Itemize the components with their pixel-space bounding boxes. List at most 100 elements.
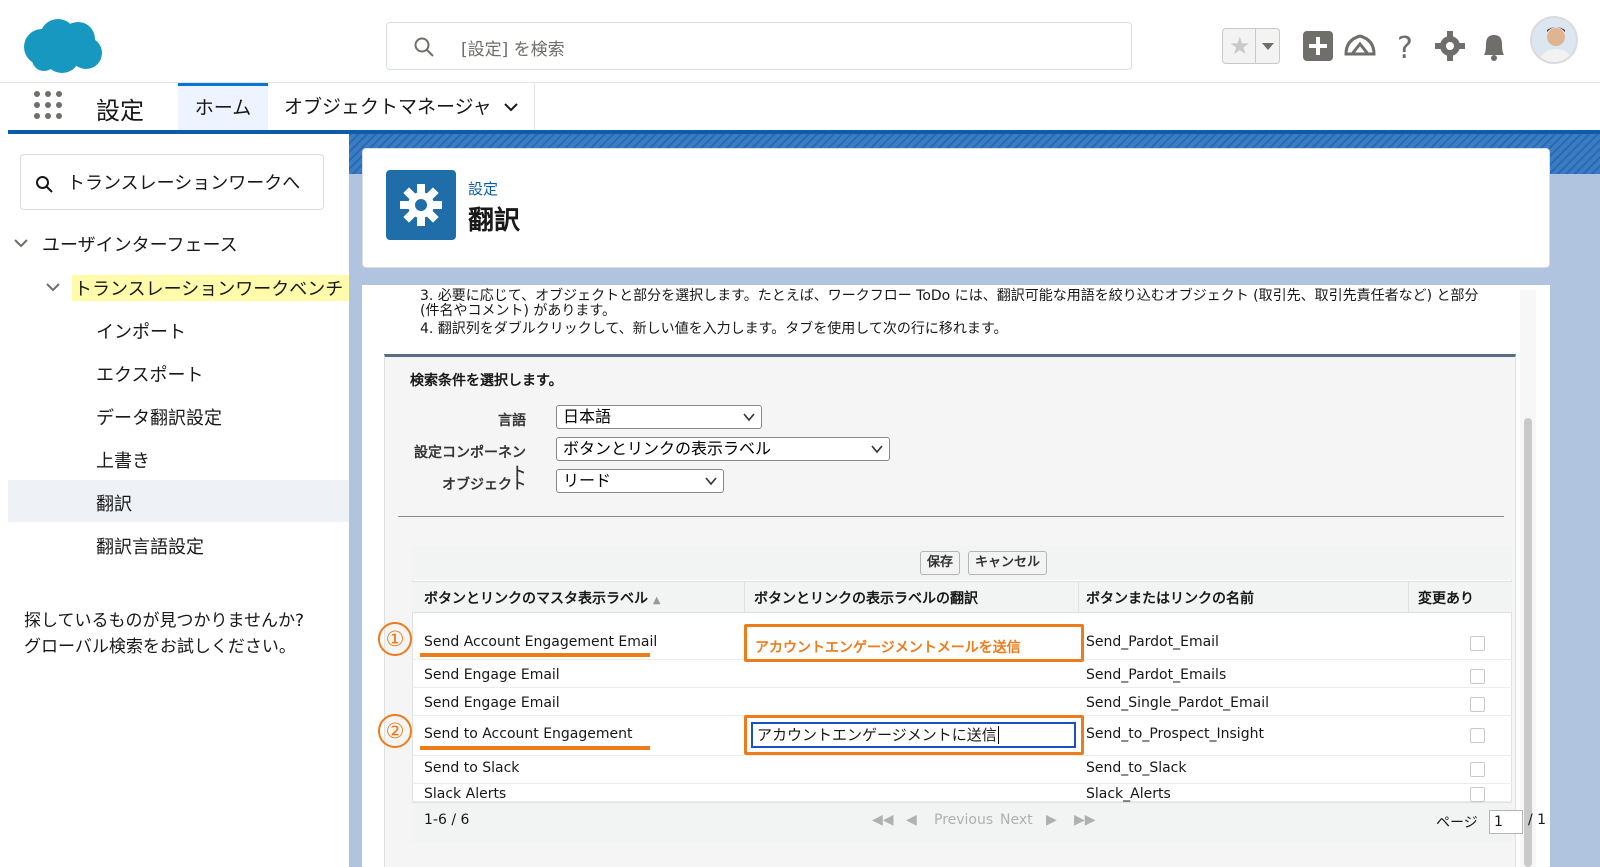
- table-row: [412, 688, 1512, 716]
- sidebar-help-text-1: 探しているものが見つかりませんか?: [24, 611, 305, 631]
- row-name: Send_Pardot_Emails: [1086, 667, 1227, 683]
- column-separator: [1078, 581, 1079, 613]
- global-search[interactable]: [設定] を検索: [386, 22, 1132, 70]
- page-total: / 1: [1528, 812, 1547, 828]
- changed-checkbox[interactable]: [1470, 787, 1485, 802]
- next-page-icon[interactable]: ▶: [1046, 812, 1057, 828]
- sidebar-item-translation-language-settings[interactable]: 翻訳言語設定: [96, 533, 204, 559]
- gear-icon[interactable]: [1432, 28, 1468, 64]
- breadcrumb[interactable]: 設定: [468, 178, 498, 199]
- table-button-bar: [412, 546, 1512, 580]
- favorites-dropdown-icon[interactable]: [1255, 29, 1279, 63]
- language-select[interactable]: 日本語: [556, 405, 762, 429]
- quick-find-input[interactable]: トランスレーションワークへ: [20, 154, 324, 210]
- chevron-down-icon[interactable]: [14, 236, 28, 250]
- chevron-down-icon: [743, 413, 755, 422]
- criteria-divider: [398, 516, 1504, 517]
- callout-1-underline: [420, 653, 650, 657]
- scrollbar-thumb[interactable]: [1524, 418, 1532, 867]
- changed-checkbox[interactable]: [1470, 636, 1485, 651]
- first-page-icon[interactable]: ◀◀: [872, 812, 894, 828]
- column-header-name[interactable]: ボタンまたはリンクの名前: [1086, 588, 1254, 608]
- row-master-label: Send to Account Engagement: [424, 726, 633, 742]
- column-separator: [1408, 581, 1409, 613]
- app-name: 設定: [96, 97, 144, 125]
- previous-page-icon[interactable]: ◀: [906, 812, 917, 828]
- avatar-image: [1532, 18, 1576, 62]
- last-page-icon[interactable]: ▶▶: [1074, 812, 1096, 828]
- sidebar-group-user-interface[interactable]: ユーザインターフェース: [42, 231, 238, 257]
- row-name: Send_Pardot_Email: [1086, 634, 1219, 650]
- callout-2-highlight-box: [744, 715, 1084, 755]
- column-header-changed[interactable]: 変更あり: [1418, 588, 1474, 608]
- language-label: 言語: [498, 413, 526, 429]
- changed-checkbox[interactable]: [1470, 697, 1485, 712]
- instruction-4: 4. 翻訳列をダブルクリックして、新しい値を入力します。タブを使用して次の行に移…: [420, 321, 1008, 337]
- language-value: 日本語: [563, 407, 612, 426]
- column-separator: [744, 581, 745, 613]
- row-name: Send_to_Prospect_Insight: [1086, 726, 1264, 742]
- row-master-label: Send Account Engagement Email: [424, 634, 658, 650]
- sidebar-item-data-translation-settings[interactable]: データ翻訳設定: [96, 404, 222, 430]
- component-value: ボタンとリンクの表示ラベル: [563, 439, 772, 458]
- sidebar-help-text-2: グローバル検索をお試しください。: [24, 637, 296, 657]
- cancel-button[interactable]: キャンセル: [968, 551, 1048, 575]
- next-link[interactable]: Next: [1000, 812, 1033, 828]
- row-master-label: Send Engage Email: [424, 695, 560, 711]
- quick-find-value: トランスレーションワークへ: [67, 173, 301, 194]
- sidebar-item-export[interactable]: エクスポート: [96, 361, 203, 387]
- chevron-down-icon[interactable]: [46, 280, 60, 294]
- search-icon: [414, 37, 434, 57]
- sidebar-item-import[interactable]: インポート: [96, 318, 186, 344]
- column-header-translation[interactable]: ボタンとリンクの表示ラベルの翻訳: [754, 588, 978, 608]
- salesforce-logo[interactable]: [22, 17, 104, 75]
- tab-object-manager-label: オブジェクトマネージャ: [284, 96, 492, 118]
- row-master-label: Send to Slack: [424, 760, 520, 776]
- setup-sidebar: トランスレーションワークへ ユーザインターフェース トランスレーションワークベン…: [8, 134, 349, 867]
- callout-1-marker: ①: [378, 622, 412, 656]
- tab-object-manager[interactable]: オブジェクトマネージャ: [282, 83, 535, 133]
- sidebar-item-override[interactable]: 上書き: [96, 447, 150, 473]
- object-select[interactable]: リード: [556, 469, 724, 493]
- page-header-card: [362, 148, 1550, 268]
- trailhead-icon[interactable]: [1342, 28, 1378, 64]
- previous-link[interactable]: Previous: [934, 812, 993, 828]
- tab-home-label: ホーム: [194, 97, 252, 119]
- changed-checkbox[interactable]: [1470, 728, 1485, 743]
- app-navigation-bar: 設定 ホーム オブジェクトマネージャ: [0, 82, 1600, 133]
- sidebar-selected-row: [8, 480, 349, 522]
- chevron-down-icon: [871, 445, 883, 454]
- sidebar-subgroup-translation-workbench[interactable]: トランスレーションワークベンチ: [72, 275, 349, 301]
- page-number-value: 1: [1494, 814, 1503, 830]
- app-launcher-icon[interactable]: [34, 91, 64, 121]
- svg-text:?: ?: [1397, 31, 1413, 64]
- save-button[interactable]: 保存: [920, 551, 961, 575]
- page-number-input[interactable]: 1: [1489, 810, 1523, 834]
- callout-2-underline: [420, 746, 650, 750]
- changed-checkbox[interactable]: [1470, 762, 1485, 777]
- tab-home[interactable]: ホーム: [178, 83, 268, 133]
- table-row: [412, 780, 1512, 802]
- callout-1-highlight-box: [744, 624, 1084, 662]
- notifications-bell-icon[interactable]: [1476, 28, 1512, 64]
- help-icon[interactable]: ?: [1388, 28, 1424, 64]
- row-name: Send_Single_Pardot_Email: [1086, 695, 1269, 711]
- pager-range: 1-6 / 6: [424, 812, 470, 828]
- setup-gear-icon: [386, 170, 456, 240]
- column-header-master-label[interactable]: ボタンとリンクのマスタ表示ラベル ▲: [424, 588, 661, 608]
- row-name: Send_to_Slack: [1086, 760, 1187, 776]
- global-header: [設定] を検索 ★ ?: [0, 0, 1600, 82]
- chevron-down-icon[interactable]: [504, 100, 518, 114]
- criteria-title: 検索条件を選択します。: [410, 373, 563, 389]
- callout-2-marker: ②: [378, 714, 412, 748]
- global-add-icon[interactable]: [1300, 28, 1336, 64]
- sidebar-item-translate[interactable]: 翻訳: [96, 490, 132, 516]
- changed-checkbox[interactable]: [1470, 669, 1485, 684]
- component-select[interactable]: ボタンとリンクの表示ラベル: [556, 437, 890, 461]
- search-placeholder: [設定] を検索: [461, 40, 565, 60]
- chevron-down-icon: [705, 477, 717, 486]
- favorites-button[interactable]: ★: [1222, 28, 1280, 64]
- object-value: リード: [563, 471, 612, 490]
- user-avatar[interactable]: [1530, 16, 1578, 64]
- search-icon: [36, 176, 53, 193]
